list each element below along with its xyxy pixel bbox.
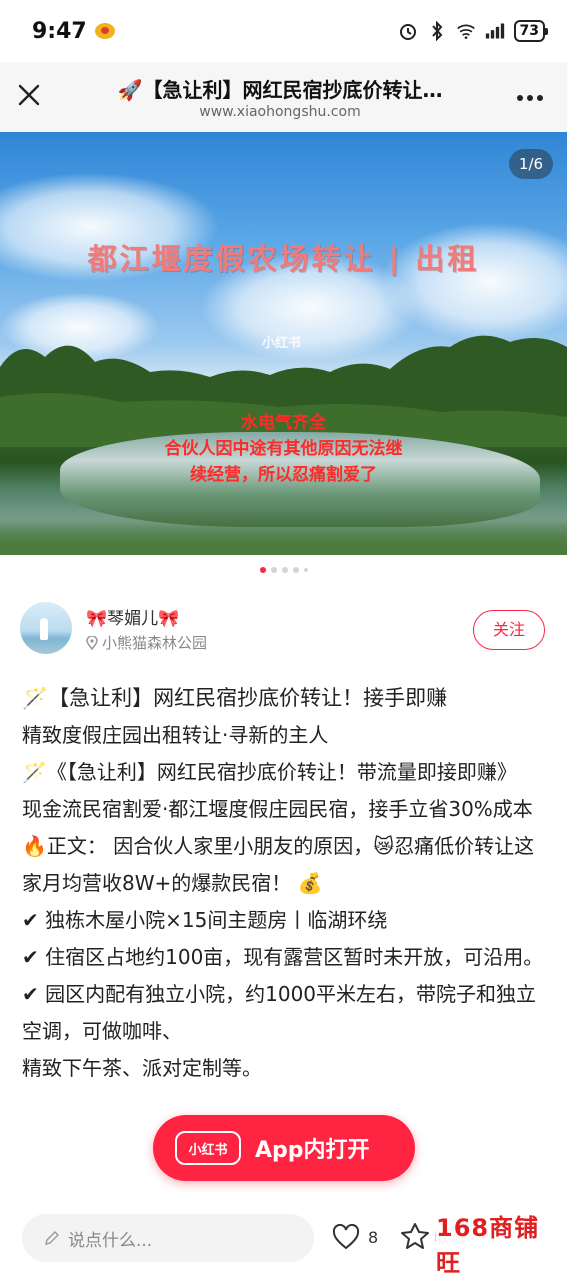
like-count: 8 (368, 1227, 379, 1247)
follow-button[interactable]: 关注 (473, 610, 545, 650)
location-pin-icon (86, 635, 98, 650)
wifi-icon (456, 21, 476, 41)
open-in-app-label: App内打开 (255, 1138, 370, 1163)
bottom-bar: 说点什么... 8 收藏 168商铺旺 (0, 1196, 567, 1280)
status-time: 9:47 (32, 18, 87, 44)
author-row: 🎀琴媚儿🎀 小熊猫森林公园 关注 (20, 600, 547, 660)
star-icon (401, 1223, 429, 1249)
battery-icon: 73 (513, 20, 549, 42)
status-icons: 73 (398, 20, 549, 42)
location-label: 小熊猫森林公园 (102, 634, 208, 652)
carousel-dot[interactable] (270, 567, 277, 573)
post-image-carousel[interactable]: 都江堰度假农场转让 | 出租 小红书 水电气齐全 合伙人因中途有其他原因无法继 … (0, 132, 567, 555)
site-watermark: 168商铺旺 (436, 1214, 562, 1277)
close-button[interactable] (14, 80, 44, 110)
open-in-app-button[interactable]: 小红书 App内打开 (153, 1115, 415, 1181)
carousel-dot-active[interactable] (259, 567, 266, 573)
avatar[interactable] (20, 602, 72, 654)
carousel-dots (0, 567, 567, 573)
image-caption-line: 合伙人因中途有其他原因无法继 (164, 439, 403, 459)
post-line: 现金流民宿割爱·都江堰度假庄园民宿，接手立省30%成本 (22, 797, 533, 821)
heart-icon (332, 1224, 360, 1250)
comment-placeholder: 说点什么... (68, 1230, 153, 1251)
carousel-dot[interactable] (292, 567, 299, 573)
post-body: 🪄【急让利】网红民宿抄底价转让！接手即赚 精致度假庄园出租转让·寻新的主人 🪄《… (22, 680, 547, 1087)
page-title: 🚀【急让利】网红民宿抄底价转让… (117, 78, 443, 102)
close-icon (18, 84, 40, 106)
signal-icon (485, 21, 505, 41)
post-line: ✔ 独栋木屋小院×15间主题房丨临湖环绕 (22, 908, 388, 932)
bluetooth-icon (427, 21, 447, 41)
post-line-tail: 可做咖啡、 (82, 1019, 182, 1043)
post-line: 🔥正文： 因合伙人家里小朋友的原因，😿忍痛低价转让这家月均营收8W+的爆款民宿！… (22, 834, 535, 895)
xiaohongshu-logo-icon: 小红书 (175, 1131, 241, 1165)
post-line: 精致下午茶、派对定制等。 (22, 1056, 262, 1080)
carousel-dot[interactable] (303, 568, 308, 572)
more-options-button[interactable] (515, 88, 545, 108)
author-location[interactable]: 小熊猫森林公园 (86, 632, 207, 653)
comment-input[interactable]: 说点什么... (22, 1214, 314, 1262)
post-line: 🪄【急让利】网红民宿抄底价转让！接手即赚 (22, 686, 448, 710)
post-line: ✔ 住宿区占地约100亩，现有露营区暂时未开放，可沿用。 (22, 945, 544, 969)
image-watermark: 小红书 (262, 336, 302, 351)
like-button[interactable]: 8 (332, 1224, 378, 1250)
pencil-icon (45, 1231, 59, 1245)
alarm-icon (398, 21, 418, 41)
image-caption-line: 续经营，所以忍痛割爱了 (190, 465, 377, 485)
status-bar: 9:47 73 (0, 0, 567, 62)
post-line: 精致度假庄园出租转让·寻新的主人 (22, 723, 329, 747)
post-line: ✔ 园区内配有独立小院，约1000平米左右，带院子和独立空调，可做咖啡、 (22, 976, 547, 1050)
image-caption-line: 水电气齐全 (241, 413, 326, 433)
weibo-icon (94, 23, 115, 39)
title-bar: 🚀【急让利】网红民宿抄底价转让… www.xiaohongshu.com (0, 62, 567, 132)
carousel-dot[interactable] (281, 567, 288, 573)
image-caption: 水电气齐全 合伙人因中途有其他原因无法继 续经营，所以忍痛割爱了 (0, 410, 567, 488)
post-line: 🪄《【急让利】网红民宿抄底价转让！带流量即接即赚》 (22, 760, 517, 784)
image-headline: 都江堰度假农场转让 | 出租 (87, 242, 480, 276)
image-page-indicator: 1/6 (509, 149, 553, 179)
grass (0, 515, 567, 555)
author-name[interactable]: 🎀琴媚儿🎀 (86, 604, 179, 629)
page-url: www.xiaohongshu.com (199, 104, 361, 120)
